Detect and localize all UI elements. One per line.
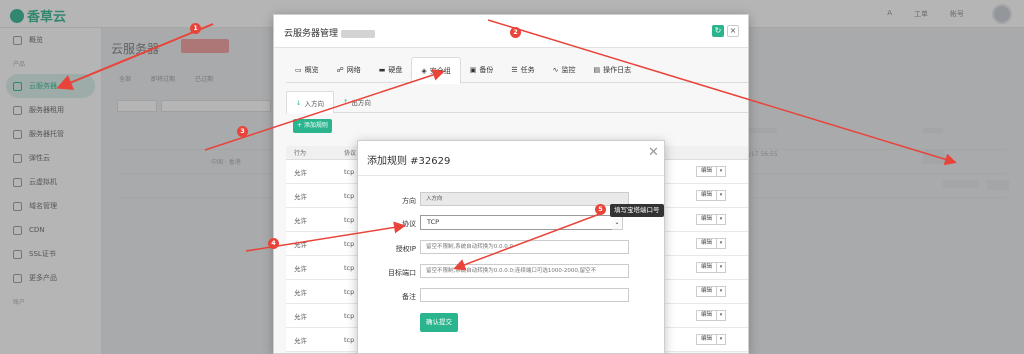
- annotation-badge-5: 5: [595, 204, 606, 215]
- annotation-badge-1: 1: [190, 23, 201, 34]
- annotation-badge-3: 3: [237, 126, 248, 137]
- annotation-badge-2: 2: [510, 27, 521, 38]
- annotation-badge-4: 4: [268, 238, 279, 249]
- annotation-callout: 填写宝塔端口号: [610, 204, 664, 217]
- annotation-arrow-2: [487, 19, 957, 166]
- annotation-arrow-5: [453, 211, 606, 271]
- annotation-arrow-1: [56, 23, 214, 90]
- annotation-arrows: [56, 19, 957, 271]
- annotation-arrow-3: [204, 69, 445, 151]
